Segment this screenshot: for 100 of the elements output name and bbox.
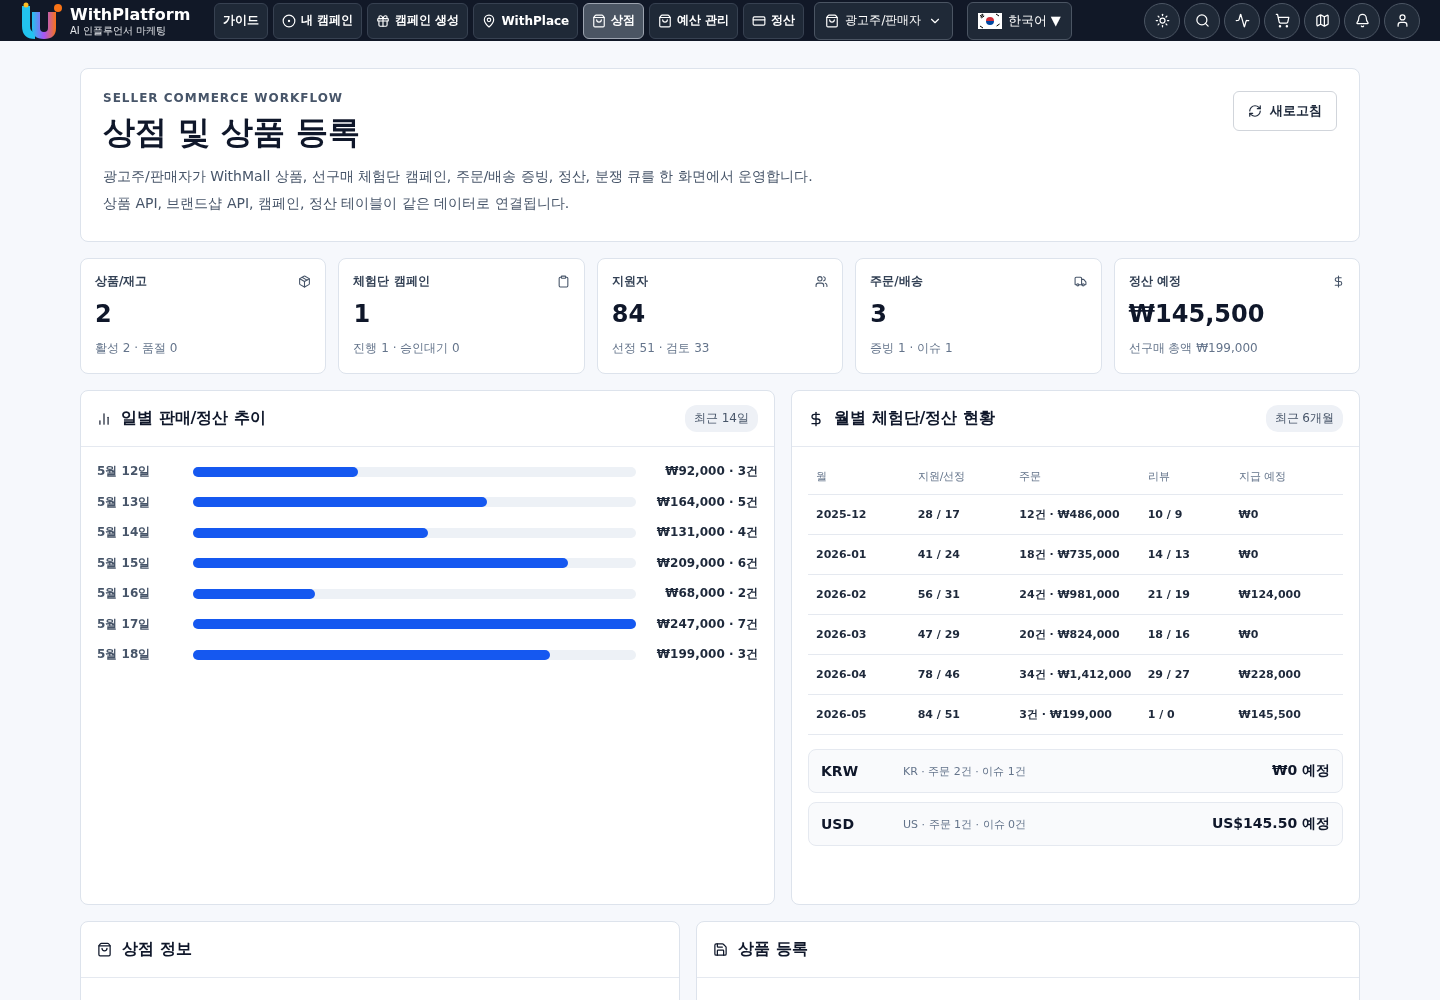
table-cell: 84 / 51: [909, 694, 1012, 735]
stat-note: 활성 2 · 품절 0: [95, 340, 179, 357]
stat-note: 진행 1 · 승인대기 0: [353, 340, 461, 357]
table-cell: ₩0: [1230, 614, 1343, 655]
target-icon: [282, 13, 296, 28]
description-text: 광고주/판매자가 WithMall 상품, 선구매 체험단 캠페인, 주문/배송 증빙, 정산, 분쟁 큐를 한 화면에서 운영합니다.: [103, 167, 813, 186]
stat-label: 상품/재고: [95, 273, 148, 290]
table-cell: 34건 · ₩1,412,000: [1011, 654, 1140, 695]
brand-name: WithPlatform: [70, 4, 191, 25]
cart-icon: [1274, 13, 1290, 28]
column-header: 지급 예정: [1230, 455, 1343, 495]
nav-tab[interactable]: 상점: [583, 2, 645, 39]
table-cell: 14 / 13: [1139, 534, 1231, 575]
stat-note: 선구매 총액 ₩199,000: [1128, 340, 1259, 357]
currency-detail: US · 주문 1건 · 이슈 0건: [903, 816, 1027, 832]
nav-tab[interactable]: 정산: [743, 2, 805, 39]
column-header: 월: [808, 455, 910, 495]
currency-detail: KR · 주문 2건 · 이슈 1건: [903, 763, 1027, 779]
bar-chart-icon: [97, 411, 111, 426]
stat-value: 84: [611, 300, 647, 328]
users-icon: [815, 275, 829, 288]
refresh-button[interactable]: 새로고침: [1233, 91, 1337, 131]
user-icon: [1394, 13, 1410, 28]
currency-amount: ₩0 예정: [1271, 762, 1330, 780]
stat-note: 선정 51 · 검토 33: [611, 340, 711, 357]
date-label: 5월 14일: [97, 524, 152, 541]
sales-reading: ₩92,000 · 3건: [664, 463, 758, 480]
search-button[interactable]: [1184, 2, 1220, 39]
date-label: 5월 12일: [97, 463, 152, 480]
stat-value: 1: [353, 300, 372, 328]
table-cell: ₩124,000: [1230, 574, 1343, 615]
user-button[interactable]: [1384, 2, 1420, 39]
sales-reading: ₩131,000 · 4건: [655, 524, 758, 541]
sales-reading: ₩68,000 · 2건: [664, 585, 758, 602]
table-cell: 12건 · ₩486,000: [1011, 494, 1140, 535]
period-badge: 최근 14일: [684, 405, 758, 432]
bag-icon: [97, 942, 112, 957]
table-cell: 3건 · ₩199,000: [1011, 694, 1140, 735]
bag-icon: [592, 13, 607, 28]
currency-code: USD: [821, 816, 856, 832]
column-header: 주문: [1011, 455, 1140, 495]
card-icon: [752, 13, 767, 28]
date-label: 5월 16일: [97, 585, 152, 602]
table-cell: 2026-03: [808, 614, 910, 655]
table-cell: 24건 · ₩981,000: [1011, 574, 1140, 615]
date-label: 5월 13일: [97, 493, 152, 511]
sun-button[interactable]: [1144, 2, 1180, 39]
map-icon: [1314, 13, 1330, 28]
truck-icon: [1073, 275, 1087, 288]
refresh-icon: [1248, 104, 1262, 118]
language-select[interactable]: 한국어 ▼: [966, 1, 1072, 40]
nav-tab[interactable]: 가이드: [214, 2, 268, 39]
table-cell: 20건 · ₩824,000: [1011, 614, 1140, 655]
table-cell: 1 / 0: [1139, 694, 1231, 735]
bell-button[interactable]: [1344, 2, 1380, 39]
table-cell: 18 / 16: [1139, 614, 1231, 655]
table-cell: 41 / 24: [909, 534, 1012, 575]
nav-tab[interactable]: WithPlace: [473, 2, 579, 39]
box-icon: [298, 275, 312, 288]
table-cell: 2026-04: [808, 654, 910, 695]
stat-label: 주문/배송: [870, 273, 923, 290]
activity-icon: [1234, 13, 1250, 28]
stat-label: 지원자: [611, 273, 648, 290]
period-badge: 최근 6개월: [1265, 405, 1343, 432]
table-cell: 28 / 17: [909, 494, 1012, 535]
table-cell: 47 / 29: [909, 614, 1012, 655]
search-icon: [1194, 13, 1210, 28]
table-cell: 2025-12: [808, 494, 910, 535]
nav-tab[interactable]: 예산 관리: [649, 2, 739, 39]
dollar-icon: [1332, 275, 1345, 288]
panel-title: 일별 판매/정산 추이: [121, 408, 266, 429]
bag-icon: [825, 13, 840, 28]
sales-reading: ₩247,000 · 7건: [655, 615, 758, 633]
role-select[interactable]: 광고주/판매자: [814, 1, 953, 40]
bell-icon: [1354, 13, 1370, 28]
eyebrow-text: SELLER COMMERCE WORKFLOW: [103, 91, 345, 105]
nav-tab[interactable]: 캠페인 생성: [367, 2, 469, 39]
save-icon: [713, 942, 728, 957]
stat-value: 2: [95, 300, 113, 328]
table-cell: ₩0: [1230, 534, 1343, 575]
stat-value: 3: [870, 300, 888, 328]
table-cell: 2026-05: [808, 694, 910, 735]
table-cell: 56 / 31: [909, 574, 1012, 615]
column-header: 지원/선정: [909, 455, 1012, 495]
table-cell: 78 / 46: [909, 654, 1012, 695]
nav-tab[interactable]: 내 캠페인: [273, 2, 363, 39]
table-cell: 21 / 19: [1139, 574, 1231, 615]
map-button[interactable]: [1304, 2, 1340, 39]
dollar-icon: [808, 410, 824, 427]
description-text: 상품 API, 브랜드샵 API, 캠페인, 정산 테이블이 같은 데이터로 연결됩니다.: [103, 194, 571, 213]
cart-button[interactable]: [1264, 2, 1300, 39]
stat-label: 체험단 캠페인: [353, 273, 430, 290]
date-label: 5월 18일: [97, 646, 152, 663]
panel-title: 월별 체험단/정산 현황: [834, 408, 995, 429]
sales-reading: ₩199,000 · 3건: [655, 646, 758, 663]
table-cell: ₩145,500: [1230, 694, 1343, 735]
activity-button[interactable]: [1224, 2, 1260, 39]
page-title: 상점 및 상품 등록: [103, 112, 362, 153]
column-header: 리뷰: [1139, 455, 1231, 495]
bag-icon: [658, 13, 673, 28]
